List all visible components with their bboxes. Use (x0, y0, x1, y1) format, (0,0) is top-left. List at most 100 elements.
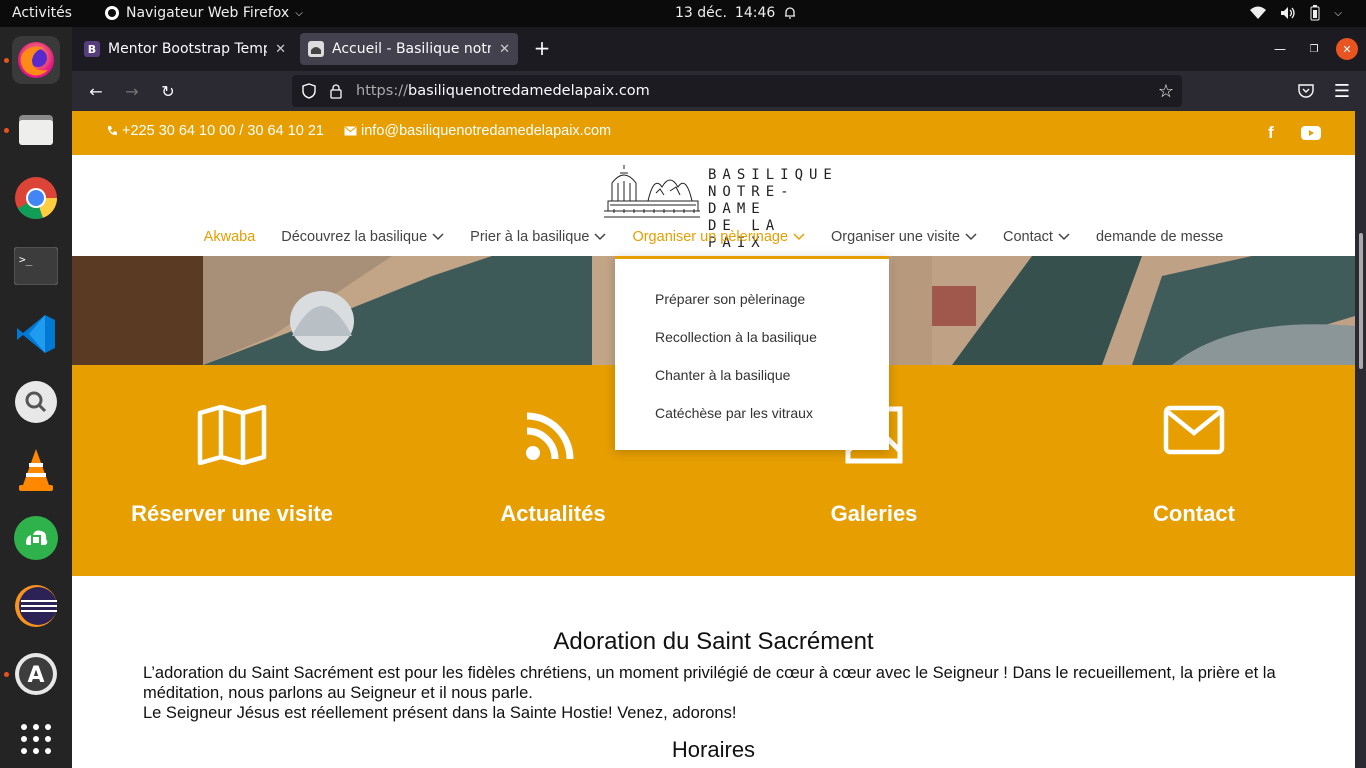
maximize-button[interactable]: ❐ (1302, 38, 1326, 60)
nav-visite[interactable]: Organiser une visite (818, 229, 990, 245)
vlc-icon (19, 449, 53, 491)
wifi-icon (1250, 6, 1267, 19)
date-label: 13 déc. (675, 5, 727, 21)
shield-icon (302, 83, 316, 99)
feature-label: Actualités (500, 501, 606, 526)
reload-button[interactable]: ↻ (156, 80, 180, 102)
dock-cloud-app[interactable] (12, 514, 60, 562)
nav-toolbar: ← → ↻ https:// basiliquenotredamedelapai… (72, 71, 1366, 111)
back-button[interactable]: ← (84, 80, 108, 102)
chrome-icon (15, 177, 57, 220)
main-navigation: Akwaba Découvrez la basilique Prier à la… (72, 229, 1355, 245)
close-tab-icon[interactable]: ✕ (275, 42, 286, 57)
svg-text:>_: >_ (19, 253, 33, 266)
chevron-down-icon: ⌵ (295, 7, 303, 19)
nav-decouvrez[interactable]: Découvrez la basilique (268, 229, 457, 245)
dock-terminal[interactable]: >_ (12, 242, 60, 290)
reload-icon: ↻ (161, 81, 175, 101)
dropdown-item-catechese[interactable]: Catéchèse par les vitraux (655, 405, 813, 421)
system-tray[interactable]: ⌵ (1250, 5, 1342, 21)
nav-contact[interactable]: Contact (990, 229, 1083, 245)
section-paragraph-1: L’adoration du Saint Sacrément est pour … (143, 664, 1276, 702)
phone-link[interactable]: +225 30 64 10 00 / 30 64 10 21 (106, 123, 324, 139)
dock-eclipse[interactable] (12, 582, 60, 630)
close-tab-icon[interactable]: ✕ (499, 42, 510, 57)
logo-line-1: BASILIQUE (708, 167, 838, 183)
minimize-button[interactable]: — (1268, 38, 1292, 60)
nav-prier[interactable]: Prier à la basilique (457, 229, 619, 245)
scrollbar-thumb[interactable] (1359, 233, 1363, 369)
show-apps-button[interactable] (12, 715, 60, 763)
basilique-favicon (308, 41, 324, 57)
dropdown-item-chanter[interactable]: Chanter à la basilique (655, 367, 790, 383)
hamburger-icon: ☰ (1333, 80, 1351, 102)
tab-mentor[interactable]: B Mentor Bootstrap Template ✕ (76, 33, 294, 65)
maximize-icon: ❐ (1309, 43, 1319, 55)
contact-strip: +225 30 64 10 00 / 30 64 10 21 info@basi… (72, 111, 1355, 155)
site-header: BASILIQUE NOTRE-DAME DE LA PAIX Akwaba D… (72, 155, 1355, 256)
feature-contact[interactable]: Contact (1034, 365, 1354, 576)
envelope-icon (1163, 405, 1225, 455)
nav-pelerinage[interactable]: Organiser un pèlerinage (619, 229, 818, 245)
chevron-down-icon (594, 233, 606, 241)
new-tab-button[interactable]: + (530, 36, 554, 60)
nav-akwaba[interactable]: Akwaba (191, 229, 269, 245)
files-icon (19, 115, 53, 145)
time-label: 14:46 (734, 5, 776, 21)
dock-software[interactable]: A (12, 650, 60, 698)
dock-firefox[interactable] (12, 36, 60, 84)
bookmark-star-icon[interactable]: ☆ (1158, 81, 1174, 102)
app-menu[interactable]: Navigateur Web Firefox ⌵ (104, 5, 303, 21)
pocket-button[interactable] (1294, 80, 1318, 102)
dock-vlc[interactable] (12, 446, 60, 494)
nav-label: Découvrez la basilique (281, 229, 428, 245)
dropdown-item-preparer[interactable]: Préparer son pèlerinage (655, 291, 805, 307)
firefox-icon (18, 42, 54, 78)
firefox-window: B Mentor Bootstrap Template ✕ Accueil - … (72, 27, 1366, 768)
arrow-right-icon: → (125, 81, 139, 101)
menu-button[interactable]: ☰ (1330, 80, 1354, 102)
chevron-down-icon (432, 233, 444, 241)
bootstrap-icon: B (84, 41, 100, 57)
firefox-small-icon (105, 6, 119, 20)
plus-icon: + (533, 36, 551, 60)
dock-files[interactable] (12, 106, 60, 154)
facebook-icon[interactable]: f (1268, 123, 1274, 143)
url-host: basiliquenotredamedelapaix.com (407, 83, 650, 99)
alarm-icon (785, 7, 796, 19)
section-title: Adoration du Saint Sacrément (553, 628, 874, 655)
dock-search[interactable] (12, 378, 60, 426)
page-scrollbar[interactable] (1355, 111, 1366, 768)
youtube-icon[interactable] (1301, 126, 1321, 140)
nav-label: Akwaba (203, 229, 256, 245)
clock[interactable]: 13 déc. 14:46 (675, 5, 797, 21)
tab-accueil[interactable]: Accueil - Basilique notre dame ✕ (300, 33, 518, 65)
pelerinage-dropdown-menu: Préparer son pèlerinage Recollection à l… (615, 256, 889, 450)
power-menu-icon: ⌵ (1334, 7, 1342, 19)
close-icon: ✕ (1342, 42, 1352, 56)
email-link[interactable]: info@basiliquenotredamedelapaix.com (344, 123, 611, 139)
app-grid-icon (21, 724, 51, 754)
battery-icon (1310, 5, 1320, 21)
forward-button[interactable]: → (120, 80, 144, 102)
nav-messe[interactable]: demande de messe (1083, 229, 1236, 245)
section-subtitle: Horaires (671, 737, 756, 762)
section-paragraph-2: Le Seigneur Jésus est réellement présent… (143, 704, 737, 722)
url-bar[interactable]: https:// basiliquenotredamedelapaix.com … (292, 75, 1182, 107)
nav-label: Organiser un pèlerinage (632, 229, 789, 245)
url-scheme: https:// (356, 83, 408, 99)
activities-button[interactable]: Activités (12, 5, 72, 21)
map-icon (197, 405, 267, 465)
feature-label: Contact (1153, 501, 1235, 526)
dropdown-item-recollection[interactable]: Recollection à la basilique (655, 329, 817, 345)
tab-title: Mentor Bootstrap Template (108, 41, 267, 57)
lock-icon (330, 83, 342, 99)
close-window-button[interactable]: ✕ (1336, 38, 1358, 60)
feature-reserver[interactable]: Réserver une visite (72, 365, 392, 576)
eclipse-icon (15, 585, 57, 627)
dock-vscode[interactable] (12, 310, 60, 358)
site-logo[interactable]: BASILIQUE NOTRE-DAME DE LA PAIX (598, 163, 832, 251)
dock-chrome[interactable] (12, 174, 60, 222)
volume-icon (1281, 7, 1296, 19)
logo-line-2: NOTRE-DAME (708, 184, 795, 217)
